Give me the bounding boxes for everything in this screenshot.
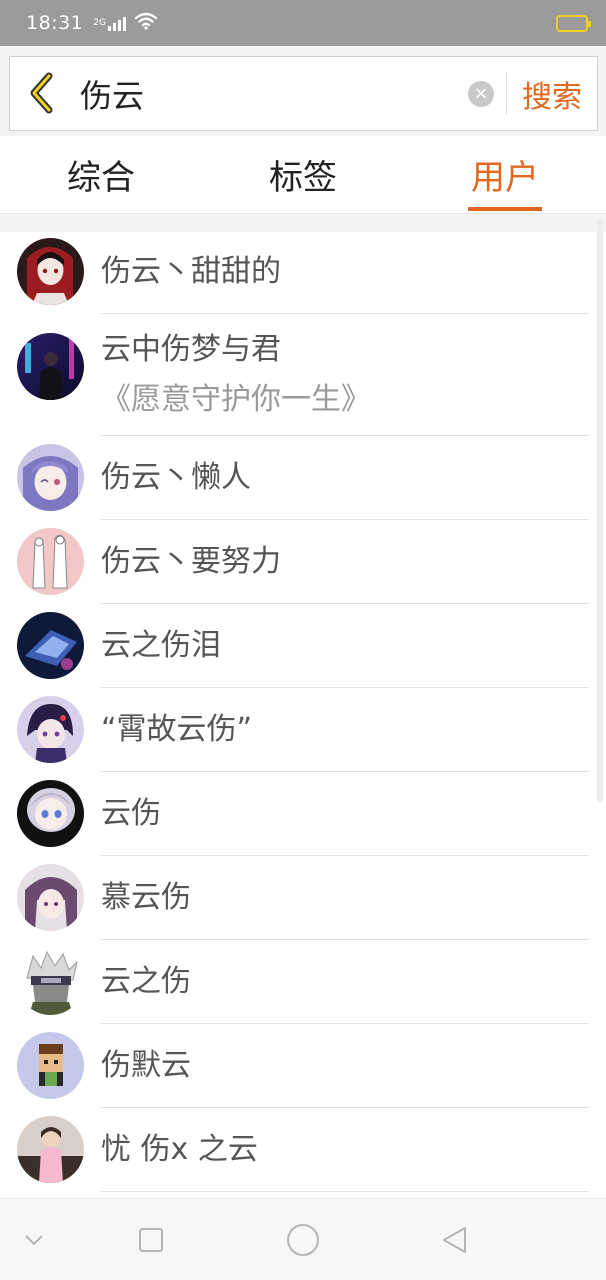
user-info: 伤云丶要努力 xyxy=(101,520,589,604)
user-signature: 《愿意守护你一生》 xyxy=(101,381,371,417)
user-name: 伤云丶懒人 xyxy=(101,459,251,495)
recents-button[interactable] xyxy=(136,1221,166,1259)
user-info: 伤默云 xyxy=(101,1024,589,1108)
system-nav-bar xyxy=(0,1198,606,1280)
user-info: 伤云丶甜甜的 xyxy=(101,230,589,314)
avatar[interactable] xyxy=(17,780,84,847)
avatar[interactable] xyxy=(17,1116,84,1183)
user-name: 伤云丶甜甜的 xyxy=(101,253,281,289)
tab-comprehensive[interactable]: 综合 xyxy=(0,136,202,213)
avatar[interactable] xyxy=(17,948,84,1015)
user-name: 云中伤梦与君 xyxy=(101,331,281,367)
avatar[interactable] xyxy=(17,333,84,400)
list-item[interactable]: 伤云丶甜甜的 xyxy=(0,230,606,314)
chevron-down-icon xyxy=(25,1235,43,1246)
search-box: × 搜索 xyxy=(9,56,598,131)
list-item[interactable]: 云之伤 xyxy=(0,940,606,1024)
status-bar: 18:31 2G xyxy=(0,0,606,46)
close-icon: × xyxy=(473,83,489,104)
chevron-left-icon xyxy=(30,72,53,114)
clear-search-button[interactable]: × xyxy=(468,81,494,107)
avatar[interactable] xyxy=(17,528,84,595)
list-item[interactable]: 云伤 xyxy=(0,772,606,856)
avatar[interactable] xyxy=(17,612,84,679)
home-button[interactable] xyxy=(285,1221,321,1259)
avatar[interactable] xyxy=(17,238,84,305)
user-info: 云之伤泪 xyxy=(101,604,589,688)
user-name: 伤云丶要努力 xyxy=(101,543,281,579)
user-info: 忧 伤x 之云 xyxy=(101,1108,589,1192)
tab-tags[interactable]: 标签 xyxy=(202,136,404,213)
user-info: “霄故云伤” xyxy=(101,688,589,772)
user-name: 云之伤 xyxy=(101,963,191,999)
search-input[interactable] xyxy=(80,71,460,117)
tab-users[interactable]: 用户 xyxy=(404,136,606,213)
user-name: 伤默云 xyxy=(101,1047,191,1083)
avatar[interactable] xyxy=(17,696,84,763)
avatar[interactable] xyxy=(17,864,84,931)
list-item[interactable]: 云之伤泪 xyxy=(0,604,606,688)
list-item[interactable]: “霄故云伤” xyxy=(0,688,606,772)
user-info: 伤云丶懒人 xyxy=(101,436,589,520)
search-bar: × 搜索 xyxy=(0,46,606,136)
user-name: 云伤 xyxy=(101,795,161,831)
list-item[interactable]: 伤云丶要努力 xyxy=(0,520,606,604)
list-item[interactable]: 慕云伤 xyxy=(0,856,606,940)
square-icon xyxy=(139,1228,163,1252)
back-nav-button[interactable] xyxy=(438,1221,470,1259)
divider xyxy=(506,73,507,115)
triangle-back-icon xyxy=(443,1227,466,1253)
user-name: “霄故云伤” xyxy=(101,711,253,747)
avatar[interactable] xyxy=(17,1032,84,1099)
result-tabs: 综合 标签 用户 xyxy=(0,136,606,214)
list-item[interactable]: 忧 伤x 之云 xyxy=(0,1108,606,1192)
user-list: 伤云丶甜甜的 云中伤梦与君 《愿意守护你一生》 伤云丶懒人 伤云丶要努力 云之伤… xyxy=(0,230,606,1198)
user-name: 云之伤泪 xyxy=(101,627,221,663)
user-info: 云之伤 xyxy=(101,940,589,1024)
avatar[interactable] xyxy=(17,444,84,511)
list-item[interactable]: 云中伤梦与君 《愿意守护你一生》 xyxy=(0,314,606,436)
user-name: 忧 伤x 之云 xyxy=(101,1131,258,1167)
search-button[interactable]: 搜索 xyxy=(515,71,589,117)
battery-icon xyxy=(556,14,591,32)
user-info: 云伤 xyxy=(101,772,589,856)
list-item[interactable]: 伤默云 xyxy=(0,1024,606,1108)
scrollbar[interactable] xyxy=(597,218,603,802)
user-name: 慕云伤 xyxy=(101,879,191,915)
list-item[interactable]: 伤云丶懒人 xyxy=(0,436,606,520)
user-info: 慕云伤 xyxy=(101,856,589,940)
status-time: 18:31 xyxy=(26,12,84,34)
back-button[interactable] xyxy=(24,71,60,115)
hide-nav-button[interactable] xyxy=(20,1221,48,1259)
user-info: 云中伤梦与君 《愿意守护你一生》 xyxy=(101,314,589,436)
network-type: 2G xyxy=(93,17,106,28)
signal-icon xyxy=(107,15,126,31)
wifi-icon xyxy=(134,12,158,34)
circle-icon xyxy=(287,1224,319,1256)
